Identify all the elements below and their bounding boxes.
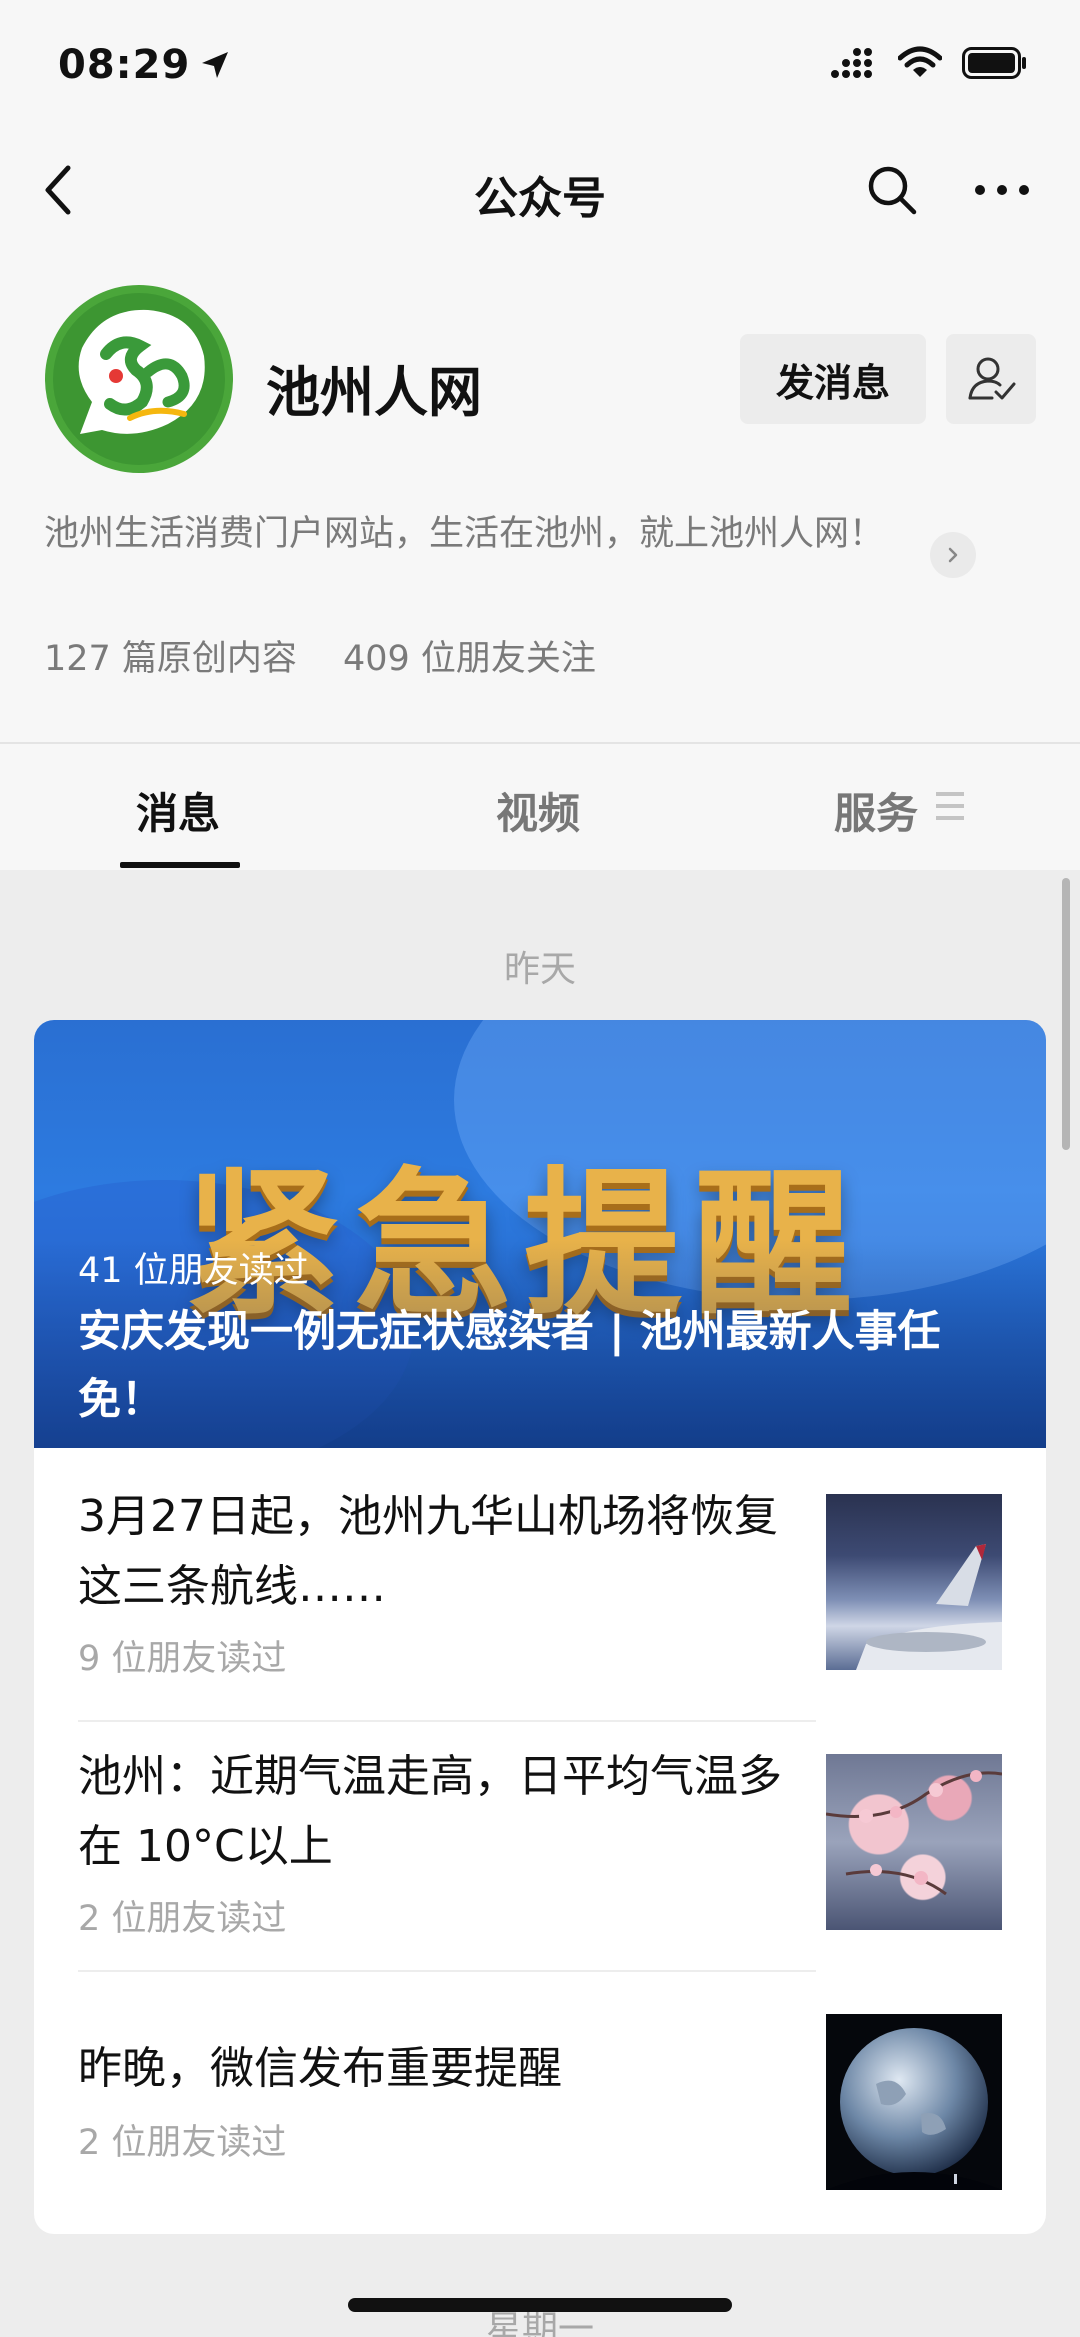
article-thumbnail[interactable] <box>826 1494 1002 1670</box>
tab-services[interactable]: 服务 <box>834 780 918 841</box>
row-divider <box>78 1970 816 1972</box>
page-title: 公众号 <box>474 173 606 224</box>
article-thumbnail[interactable] <box>826 1754 1002 1930</box>
follow-status-button[interactable] <box>946 334 1036 424</box>
menu-icon <box>936 792 964 820</box>
cellular-signal-icon <box>831 48 872 78</box>
cover-article[interactable]: 紧急提醒 41 位朋友读过 安庆发现一例无症状感染者 | 池州最新人事任免！ <box>34 1020 1046 1448</box>
battery-icon <box>962 47 1026 79</box>
article-read-count: 9 位朋友读过 <box>78 1639 287 1679</box>
row-divider <box>78 1720 816 1722</box>
location-arrow-icon <box>202 52 229 78</box>
article-read-count: 2 位朋友读过 <box>78 2123 287 2163</box>
active-tab-indicator <box>120 862 240 868</box>
home-indicator[interactable] <box>348 2298 732 2312</box>
followers-count: 409 位朋友关注 <box>342 639 596 679</box>
user-check-icon <box>968 357 1016 400</box>
scrollbar[interactable] <box>1062 878 1070 1150</box>
article-title[interactable]: 3月27日起，池州九华山机场将恢复这三条航线…… <box>78 1482 818 1622</box>
article-title[interactable]: 昨晚，微信发布重要提醒 <box>78 2034 818 2104</box>
cover-read-count: 41 位朋友读过 <box>78 1251 309 1291</box>
airplane-wing-image <box>856 1544 1002 1670</box>
tab-videos[interactable]: 视频 <box>496 780 580 841</box>
description-expand-button[interactable] <box>930 532 976 578</box>
article-thumbnail[interactable] <box>826 2014 1002 2190</box>
status-indicators <box>830 46 1028 80</box>
article-title[interactable]: 池州：近期气温走高，日平均气温多在 10°C以上 <box>78 1742 818 1882</box>
wifi-icon <box>898 46 942 77</box>
account-description[interactable]: 池州生活消费门户网站，生活在池州，就上池州人网！ <box>44 508 924 560</box>
account-name: 池州人网 <box>266 361 482 424</box>
article-group-card: 紧急提醒 41 位朋友读过 安庆发现一例无症状感染者 | 池州最新人事任免！ 3… <box>34 1020 1046 2234</box>
more-options-icon[interactable] <box>972 170 1032 210</box>
send-message-button[interactable]: 发消息 <box>740 334 926 424</box>
blossom-branch-image <box>826 1770 1002 1896</box>
tab-bar: 消息 视频 服务 <box>0 744 1080 870</box>
account-avatar[interactable] <box>44 284 234 474</box>
search-icon[interactable] <box>866 164 918 216</box>
chevron-right-icon <box>948 547 958 563</box>
earth-image <box>826 2028 1002 2190</box>
account-stats: 127 篇原创内容 409 位朋友关注 <box>44 630 596 681</box>
date-separator: 昨天 <box>503 949 576 990</box>
tab-messages[interactable]: 消息 <box>136 780 220 841</box>
article-read-count: 2 位朋友读过 <box>78 1899 287 1939</box>
cover-title: 安庆发现一例无症状感染者 | 池州最新人事任免！ <box>78 1307 941 1425</box>
status-time: 08:29 <box>58 42 230 88</box>
original-content-count: 127 篇原创内容 <box>44 639 297 679</box>
